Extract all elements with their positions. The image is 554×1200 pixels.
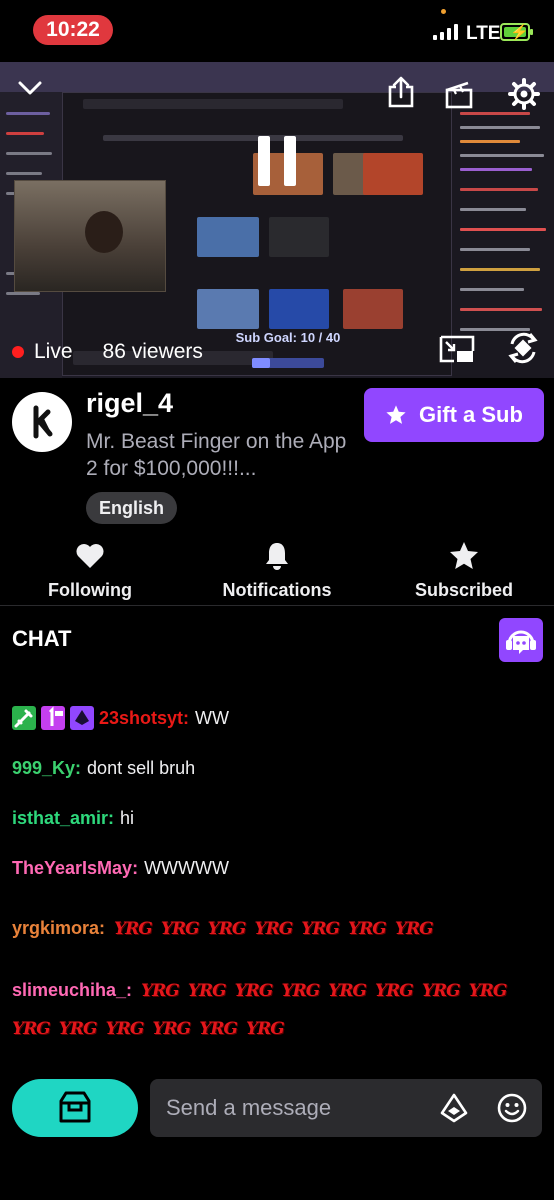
channel-avatar[interactable] <box>12 392 72 452</box>
yrg-emote: YRG <box>348 918 387 939</box>
chevron-down-icon[interactable] <box>18 80 42 96</box>
clip-icon[interactable] <box>444 80 474 110</box>
yrg-emote: YRG <box>58 1019 98 1039</box>
yrg-emote: YRG <box>245 1019 285 1039</box>
chat-message: 999_Ky: dont sell bruh <box>12 758 195 779</box>
yrg-emote: YRG <box>114 918 153 939</box>
chat-username[interactable]: slimeuchiha_: <box>12 980 132 1001</box>
chat-settings-button[interactable] <box>499 618 543 662</box>
message-input[interactable] <box>166 1079 426 1137</box>
battery-icon: ⚡ <box>500 23 533 41</box>
picture-in-picture-icon[interactable] <box>438 334 476 364</box>
chat-text: WW <box>195 707 230 728</box>
live-indicator: Live 86 viewers <box>12 339 203 365</box>
chat-message: slimeuchiha_: YRG YRG YRG YRG YRG YRG YR… <box>12 980 532 1039</box>
sub-goal-fill <box>252 358 270 368</box>
subscribed-button[interactable]: Subscribed <box>384 540 544 601</box>
following-button[interactable]: Following <box>10 540 170 601</box>
following-label: Following <box>48 580 132 600</box>
bits-icon[interactable] <box>440 1093 468 1123</box>
yrg-emote: YRG <box>301 918 340 939</box>
stream-title: Mr. Beast Finger on the App 2 for $100,0… <box>86 430 347 480</box>
sword-badge-icon <box>12 706 36 730</box>
chat-username[interactable]: isthat_amir: <box>12 808 114 829</box>
sub-goal-bar <box>252 358 324 368</box>
chat-text: hi <box>120 808 135 828</box>
yrg-emote: YRG <box>187 980 227 1001</box>
first-badge-icon <box>41 706 65 730</box>
gift-a-sub-button[interactable]: Gift a Sub <box>364 388 544 442</box>
chat-bot-icon <box>506 630 536 654</box>
streamer-webcam <box>14 180 166 292</box>
store-button[interactable] <box>12 1079 138 1137</box>
chat-username[interactable]: 999_Ky: <box>12 758 81 779</box>
yrg-emote: YRG <box>105 1019 145 1039</box>
star-icon <box>450 542 478 569</box>
yrg-emote: YRG <box>207 918 247 939</box>
yrg-emote: YRG <box>468 980 508 1001</box>
chat-text: WWWWW <box>144 858 230 878</box>
sub-goal-text: Sub Goal: 10 / 40 <box>235 330 341 345</box>
live-dot <box>12 346 24 358</box>
chat-message: TheYearIsMay: WWWWW <box>12 858 229 879</box>
star-icon <box>386 405 406 424</box>
yrg-emote: YRG <box>141 980 180 1001</box>
chat-username[interactable]: 23shotsyt: <box>99 708 189 729</box>
heart-icon <box>76 544 104 568</box>
bell-icon <box>266 543 288 570</box>
yrg-emote: YRG <box>152 1019 191 1039</box>
gift-a-sub-label: Gift a Sub <box>419 402 523 427</box>
yrg-emote: YRG <box>394 918 434 939</box>
signal-icon <box>433 24 458 40</box>
subscribed-label: Subscribed <box>414 580 514 600</box>
store-box-icon <box>59 1091 91 1123</box>
notifications-label: Notifications <box>222 580 332 600</box>
status-time: 10:22 <box>33 15 113 45</box>
rotate-icon[interactable] <box>506 330 540 366</box>
yrg-emote: YRG <box>328 980 367 1001</box>
network-label: LTE <box>466 23 501 44</box>
chat-message: isthat_amir: hi <box>12 808 134 829</box>
channel-name[interactable]: rigel_4 <box>86 388 173 419</box>
yrg-emote: YRG <box>12 1019 51 1039</box>
share-icon[interactable] <box>386 76 416 108</box>
channel-logo-icon <box>33 405 53 439</box>
chat-username[interactable]: yrgkimora: <box>12 918 105 939</box>
chat-username[interactable]: TheYearIsMay: <box>12 858 138 879</box>
yrg-emote: YRG <box>281 980 320 1001</box>
language-tag[interactable]: English <box>86 492 178 524</box>
sub-goal-overlay: Sub Goal: 10 / 40 <box>232 330 344 372</box>
chat-message: 23shotsyt: WW <box>12 706 229 730</box>
yrg-emote: YRG <box>199 1019 238 1039</box>
recording-indicator <box>441 9 446 14</box>
yrg-emote: YRG <box>254 918 293 939</box>
yrg-emote: YRG <box>234 980 274 1001</box>
bits-badge-icon <box>70 706 94 730</box>
settings-gear-icon[interactable] <box>508 78 540 110</box>
emoji-icon[interactable] <box>496 1092 528 1124</box>
pause-icon[interactable] <box>258 136 298 186</box>
yrg-emote: YRG <box>160 918 200 939</box>
section-divider <box>0 605 554 606</box>
notifications-button[interactable]: Notifications <box>197 540 357 601</box>
chat-message: yrgkimora: YRG YRG YRG YRG YRG YRG YRG <box>12 918 542 939</box>
yrg-emote: YRG <box>375 980 414 1001</box>
live-label: Live <box>34 340 73 363</box>
message-box[interactable] <box>150 1079 542 1137</box>
chat-text: dont sell bruh <box>87 758 196 778</box>
yrg-emote: YRG <box>421 980 461 1001</box>
status-bar: 10:22 LTE ⚡ <box>0 0 554 62</box>
chat-header: CHAT <box>12 626 72 651</box>
viewer-count: 86 viewers <box>102 340 203 363</box>
